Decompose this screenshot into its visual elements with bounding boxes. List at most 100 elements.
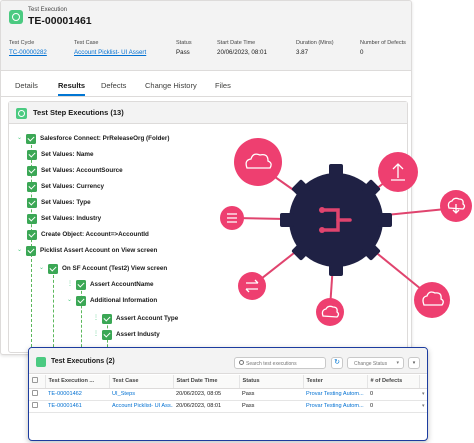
record-name: TE-00001461 [28,15,92,27]
column-header[interactable]: Start Date Time [173,375,240,389]
test-step-icon [16,108,27,119]
start-date-cell: 20/06/2023, 08:05 [173,388,239,401]
checkbox-checked-icon [27,230,37,240]
more-dots-icon: ⋮ [93,331,99,337]
row-checkbox[interactable] [32,402,38,408]
row-actions-icon[interactable]: ▾ [419,400,427,413]
step-label: Set Values: Currency [41,183,104,190]
change-status-label: Change Status [354,361,388,367]
chevron-down-icon[interactable]: ⌄ [39,264,44,271]
tab-defects[interactable]: Defects [101,81,126,90]
checkbox-checked-icon [48,264,58,274]
actions-menu-button[interactable]: ▾ [408,357,420,369]
card-title: Test Executions (2) [51,358,115,365]
integration-hub-diagram [220,138,472,326]
step-label: Salesforce Connect: PrReleaseOrg (Folder… [40,135,170,142]
test-case-link[interactable]: Account Picklist- UI Ass... [109,400,173,413]
tab-details[interactable]: Details [15,81,38,90]
column-header[interactable]: Status [239,375,304,389]
step-label: Set Values: Industry [41,215,102,222]
tab-files[interactable]: Files [215,81,231,90]
column-header[interactable]: Tester [303,375,368,389]
test-executions-table: Test Execution ... Test Case Start Date … [29,375,427,413]
status-cell: Pass [239,400,303,413]
more-dots-icon: ⋮ [93,315,99,321]
test-case-link[interactable]: UI_Steps [109,388,173,401]
column-header[interactable]: # of Defects [367,375,420,389]
more-dots-icon: ⋮ [67,281,73,287]
tree-connector [31,254,32,352]
gear-hub [280,164,392,276]
checkbox-checked-icon [27,150,37,160]
status-cell: Pass [239,388,303,401]
cloud-node [234,138,282,186]
table-header-row: Test Execution ... Test Case Start Date … [29,375,427,389]
tab-results[interactable]: Results [58,81,86,96]
search-box[interactable] [234,357,326,369]
checkbox-checked-icon [102,330,112,340]
search-icon [239,360,244,365]
test-case-link[interactable]: Account Picklist- UI Assert [74,49,146,56]
step-label: Assert Account Type [116,315,179,322]
defects-cell: 0 [367,388,419,401]
start-date-cell: 20/06/2023, 08:01 [173,400,239,413]
field-number-of-defects: Number of Defects 0 [360,40,406,56]
panel-title: Test Step Executions (13) [33,108,124,117]
field-value: 0 [360,49,364,56]
field-duration: Duration (Mins) 3.87 [296,40,334,56]
tree-connector [53,270,54,352]
checkbox-checked-icon [26,134,36,144]
column-header[interactable]: Test Execution ... [45,375,110,389]
record-header: Test Execution TE-00001461 Test Cycle TC… [1,1,411,71]
cloud-node-2 [414,282,450,318]
tester-link[interactable]: Provar Testing Autom... [303,388,367,401]
step-label: Additional Information [90,297,158,304]
checkbox-checked-icon [76,280,86,290]
refresh-button[interactable]: ↻ [331,357,343,369]
row-checkbox[interactable] [32,390,38,396]
step-label: Create Object: Account=>AccountId [41,231,149,238]
cloud-small-node [316,298,344,326]
record-tabs: Details Results Defects Change History F… [1,77,411,97]
step-label: Set Values: AccountSource [41,167,123,174]
test-executions-card: Test Executions (2) ↻ Change Status ▾ ▾ … [28,347,428,441]
test-execution-icon [9,10,23,24]
field-value: 20/06/2023, 08:01 [217,49,267,56]
tester-link[interactable]: Provar Testing Autom... [303,400,367,413]
chevron-down-icon[interactable]: ⌄ [17,246,22,253]
field-test-case: Test Case Account Picklist- UI Assert [74,40,146,56]
checkbox-checked-icon [76,296,86,306]
checkbox-checked-icon [27,214,37,224]
chevron-down-icon[interactable]: ⌄ [67,296,72,303]
checkbox-checked-icon [26,246,36,256]
tab-change-history[interactable]: Change History [145,81,197,90]
test-execution-icon [36,357,46,367]
chevron-down-icon[interactable]: ⌄ [17,134,22,141]
field-status: Status Pass [176,40,192,56]
search-input[interactable] [246,359,324,368]
test-cycle-link[interactable]: TC-00000282 [9,49,47,56]
object-label: Test Execution [28,7,68,13]
change-status-select[interactable]: Change Status ▾ [347,357,404,369]
step-label: Assert Industy [116,331,160,338]
checkbox-checked-icon [102,314,112,324]
step-label: Picklist Assert Account on View screen [40,247,158,254]
test-execution-link[interactable]: TE-00001462 [45,388,109,401]
table-row: TE-00001461 Account Picklist- UI Ass... … [29,400,427,413]
row-actions-icon[interactable]: ▾ [419,388,427,401]
checkbox-checked-icon [27,166,37,176]
select-all-checkbox[interactable] [32,377,38,384]
column-header[interactable]: Test Case [109,375,174,389]
field-label: Test Cycle [9,40,35,46]
field-test-cycle: Test Cycle TC-00000282 [9,40,47,56]
step-label: Set Values: Name [41,151,94,158]
checkbox-checked-icon [27,182,37,192]
chevron-down-icon: ▾ [396,360,399,366]
field-label: Status [176,40,192,46]
defects-cell: 0 [367,400,419,413]
field-label: Test Case [74,40,99,46]
test-execution-link[interactable]: TE-00001461 [45,400,109,413]
step-label: Assert AccountName [90,281,154,288]
transfer-node [238,272,266,300]
select-all-cell[interactable] [29,375,46,389]
